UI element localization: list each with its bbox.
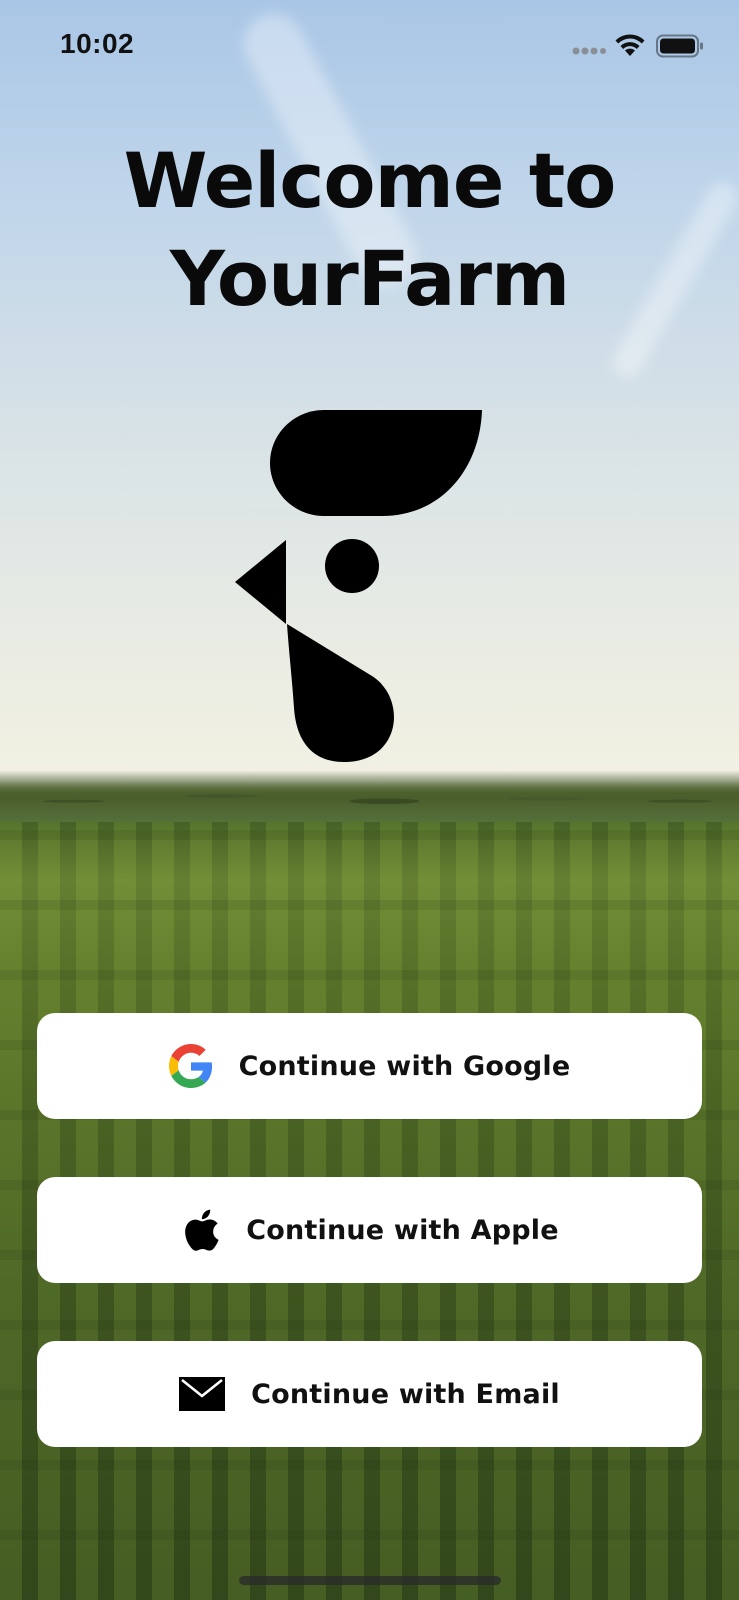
envelope-icon: [179, 1377, 226, 1411]
status-bar: 10:02: [0, 0, 739, 92]
battery-icon: [656, 34, 703, 58]
apple-icon: [180, 1207, 220, 1253]
continue-with-apple-button[interactable]: Continue with Apple: [37, 1177, 702, 1283]
welcome-title: Welcome to YourFarm: [0, 132, 739, 328]
yourfarm-logo-icon: [235, 410, 482, 762]
welcome-title-line1: Welcome to: [123, 136, 617, 225]
continue-with-email-button[interactable]: Continue with Email: [37, 1341, 702, 1447]
google-icon: [168, 1044, 213, 1088]
wifi-icon: [615, 34, 645, 56]
signal-icon: [572, 47, 606, 55]
continue-with-google-label: Continue with Google: [238, 1050, 571, 1082]
continue-with-apple-label: Continue with Apple: [246, 1214, 559, 1246]
continue-with-google-button[interactable]: Continue with Google: [37, 1013, 702, 1119]
status-time: 10:02: [60, 28, 135, 59]
welcome-title-line2: YourFarm: [169, 234, 570, 323]
continue-with-email-label: Continue with Email: [251, 1378, 560, 1410]
tree-line: [0, 770, 739, 822]
welcome-screen: 10:02 Welcome to YourFarm Continue with …: [0, 0, 739, 1600]
home-indicator[interactable]: [239, 1576, 501, 1585]
